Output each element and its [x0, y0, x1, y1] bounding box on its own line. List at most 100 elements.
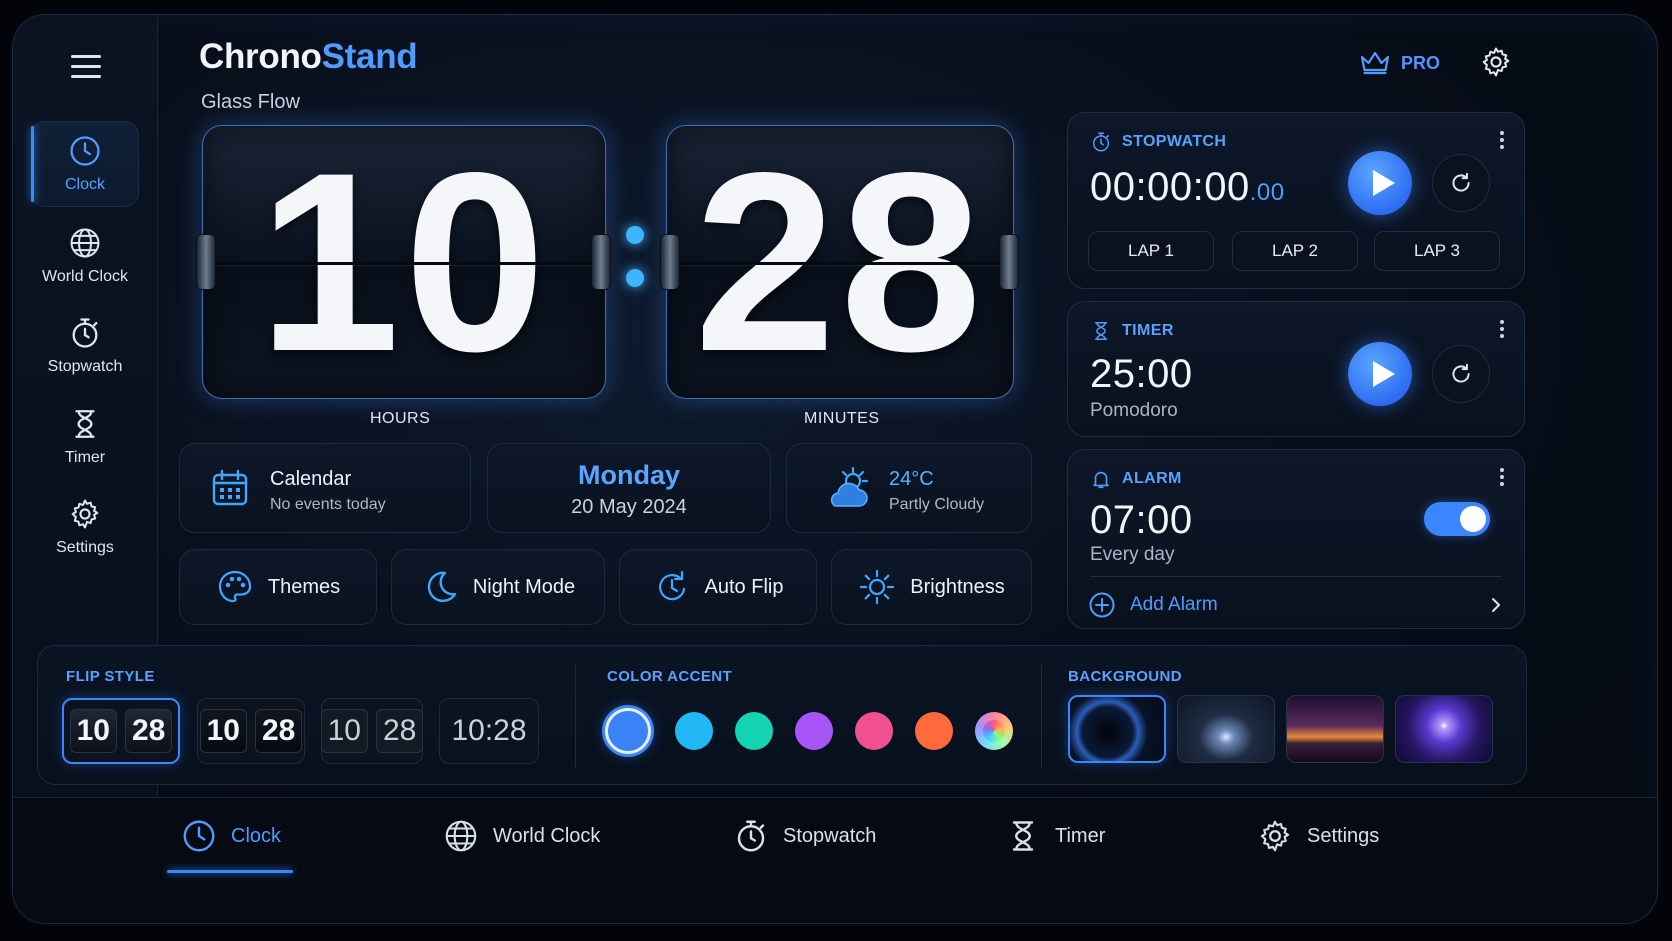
lap-button[interactable]: LAP 3: [1374, 231, 1500, 271]
hourglass-icon: [1005, 818, 1041, 854]
active-tab-indicator: [167, 870, 293, 873]
stopwatch-play-button[interactable]: [1348, 151, 1412, 215]
nav-tab-label: World Clock: [493, 824, 601, 847]
hourglass-icon: [1090, 320, 1112, 342]
gear-icon[interactable]: [1479, 45, 1513, 79]
timer-title: TIMER: [1122, 322, 1174, 339]
sidebar-item-world-clock[interactable]: World Clock: [31, 213, 139, 299]
color-swatch-sky[interactable]: [675, 712, 713, 750]
date-tile: Monday 20 May 2024: [487, 443, 771, 533]
gear-icon: [68, 497, 102, 531]
night-mode-label: Night Mode: [472, 575, 576, 598]
themes-button[interactable]: Themes: [179, 549, 377, 625]
alarm-header: ALARM: [1090, 468, 1182, 490]
lap-button[interactable]: LAP 2: [1232, 231, 1358, 271]
calendar-tile[interactable]: Calendar No events today: [179, 443, 471, 533]
plus-circle-icon: [1089, 592, 1115, 618]
alarm-widget: ALARM 07:00 Every day Add Alarm: [1067, 449, 1525, 629]
sidebar-item-settings[interactable]: Settings: [31, 484, 139, 570]
brightness-label: Brightness: [910, 575, 1005, 598]
app-window: Clock World Clock Stopwatch Timer Settin…: [12, 14, 1658, 924]
color-swatch-purple[interactable]: [795, 712, 833, 750]
flip-style-minutes: 28: [255, 709, 303, 753]
flip-hinge: [591, 234, 611, 290]
clock-icon: [68, 134, 102, 168]
divider: [1090, 576, 1502, 577]
menu-icon[interactable]: [71, 53, 101, 79]
flip-style-hours: 10: [199, 709, 247, 753]
reset-icon: [1448, 170, 1474, 196]
stopwatch-icon: [733, 818, 769, 854]
more-options-icon[interactable]: [1498, 129, 1506, 153]
more-options-icon[interactable]: [1498, 318, 1506, 342]
flip-style-minutes: 28: [125, 709, 173, 753]
background-option-sunset[interactable]: [1286, 695, 1384, 763]
sidebar-item-label: World Clock: [42, 268, 128, 285]
sidebar-item-label: Clock: [64, 176, 105, 193]
stopwatch-widget: STOPWATCH 00:00:00.00 LAP 1 LAP 2 LAP 3: [1067, 112, 1525, 289]
nav-tab-label: Timer: [1055, 824, 1106, 847]
background-option-galaxy[interactable]: [1395, 695, 1493, 763]
auto-flip-button[interactable]: Auto Flip: [619, 549, 817, 625]
flip-hinge: [660, 234, 680, 290]
hours-flip-card: 10: [202, 125, 606, 399]
sidebar-item-timer[interactable]: Timer: [31, 394, 139, 480]
nav-tab-label: Clock: [231, 824, 282, 847]
nav-tab-clock[interactable]: Clock: [181, 816, 281, 856]
reset-icon: [1448, 361, 1474, 387]
themes-label: Themes: [267, 575, 341, 598]
color-swatch-teal[interactable]: [735, 712, 773, 750]
color-swatch-orange[interactable]: [915, 712, 953, 750]
flip-style-option[interactable]: 10:28: [439, 698, 539, 764]
flip-hinge: [196, 234, 216, 290]
background-option-mountain-light[interactable]: [1177, 695, 1275, 763]
minutes-label: MINUTES: [804, 410, 880, 427]
pro-button[interactable]: PRO: [1359, 49, 1440, 77]
alarm-toggle[interactable]: [1424, 502, 1490, 536]
auto-flip-label: Auto Flip: [704, 575, 784, 598]
stopwatch-reset-button[interactable]: [1432, 154, 1490, 212]
more-options-icon[interactable]: [1498, 466, 1506, 490]
flip-style-hours: 10: [69, 709, 117, 753]
flip-style-option[interactable]: 10 28: [320, 698, 424, 764]
sidebar-item-label: Settings: [56, 539, 114, 556]
hourglass-icon: [68, 407, 102, 441]
flip-style-option[interactable]: 10 28: [62, 698, 180, 764]
background-option-dark-orb[interactable]: [1068, 695, 1166, 763]
add-alarm-button[interactable]: Add Alarm: [1088, 588, 1504, 622]
nav-tab-world-clock[interactable]: World Clock: [443, 816, 600, 856]
night-mode-button[interactable]: Night Mode: [391, 549, 605, 625]
flip-style-hours: 10: [320, 709, 368, 753]
divider: [1041, 664, 1042, 768]
sidebar-item-label: Stopwatch: [47, 358, 123, 375]
calendar-subtitle: No events today: [270, 496, 386, 513]
partly-cloudy-icon: [830, 466, 869, 507]
sidebar-item-clock[interactable]: Clock: [31, 121, 139, 207]
nav-tab-settings[interactable]: Settings: [1257, 816, 1379, 856]
alarm-repeat: Every day: [1090, 544, 1175, 565]
color-swatch-rainbow[interactable]: [975, 712, 1013, 750]
colon-dot: [626, 269, 644, 287]
color-swatch-blue[interactable]: [605, 708, 651, 754]
lap-button[interactable]: LAP 1: [1088, 231, 1214, 271]
sidebar-item-stopwatch[interactable]: Stopwatch: [31, 303, 139, 389]
timer-reset-button[interactable]: [1432, 345, 1490, 403]
brightness-button[interactable]: Brightness: [831, 549, 1032, 625]
hours-label: HOURS: [370, 410, 431, 427]
flip-style-text: 10:28: [451, 714, 527, 747]
color-swatch-pink[interactable]: [855, 712, 893, 750]
alarm-time: 07:00: [1090, 498, 1193, 542]
nav-tab-stopwatch[interactable]: Stopwatch: [733, 816, 876, 856]
gear-icon: [1257, 818, 1293, 854]
crown-icon: [1360, 51, 1390, 75]
day-name: Monday: [577, 460, 680, 490]
timer-play-button[interactable]: [1348, 342, 1412, 406]
flip-style-option[interactable]: 10 28: [197, 698, 305, 764]
stopwatch-time: 00:00:00.00: [1090, 165, 1285, 209]
weather-tile[interactable]: 24°C Partly Cloudy: [786, 443, 1032, 533]
add-alarm-label: Add Alarm: [1130, 594, 1218, 615]
weather-condition: Partly Cloudy: [889, 496, 985, 513]
bell-icon: [1093, 471, 1109, 489]
customization-panel: FLIP STYLE 10 28 10 28 10 28 10:28 COLOR…: [37, 645, 1527, 785]
nav-tab-timer[interactable]: Timer: [1005, 816, 1105, 856]
